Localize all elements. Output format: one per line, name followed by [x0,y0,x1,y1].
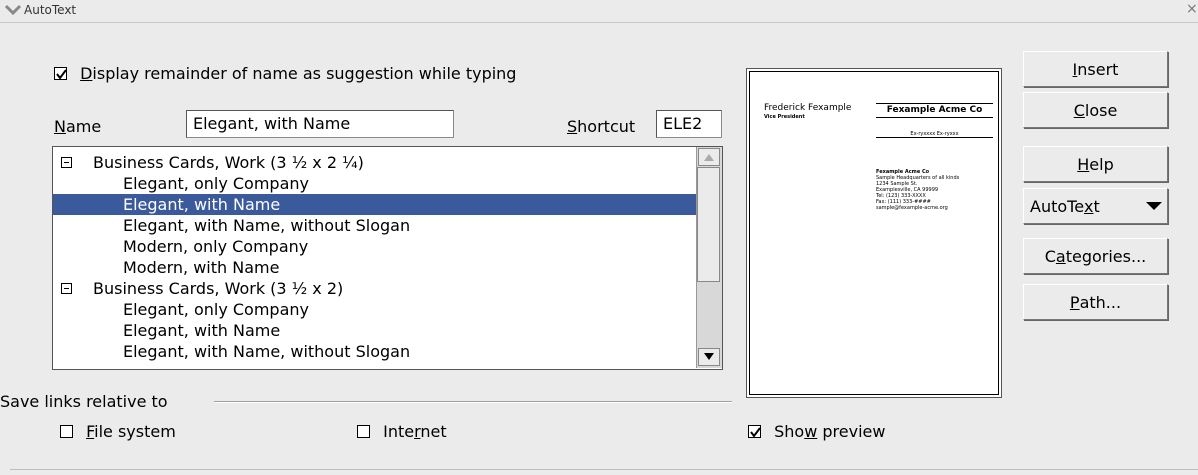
suggestion-label: Display remainder of name as suggestion … [80,64,517,83]
window-title: AutoText [24,3,77,17]
close-window-icon[interactable]: × [1186,1,1198,17]
name-label: Name [54,117,102,136]
show-preview-option[interactable]: Show preview [748,422,885,441]
tree-item[interactable]: Elegant, only Company [53,173,697,194]
internet-option[interactable]: Internet [357,422,447,441]
show-preview-checkbox[interactable] [748,425,761,438]
help-button[interactable]: Help [1023,146,1168,182]
insert-button[interactable]: Insert [1023,51,1168,87]
bottom-edge [10,469,1198,475]
triangle-down-icon [704,353,714,360]
preview-pane: Frederick Fexample Vice President Fexamp… [746,68,1002,398]
show-preview-label: Show preview [774,422,886,441]
tree-item[interactable]: Elegant, with Name, without Slogan [53,341,697,362]
categories-button[interactable]: Ca tegories... [1023,238,1168,274]
tree-item[interactable]: Modern, with Name [53,257,697,278]
preview-slogan: Ex-ryxxxx Ex-ryxxx [876,131,993,138]
tree-item-selected[interactable]: Elegant, with Name [53,194,697,215]
checkmark-icon [56,69,67,80]
chevron-down-icon[interactable] [4,2,22,18]
preview-person-name: Frederick Fexample [764,103,852,113]
checkmark-icon [750,427,761,438]
minus-box-icon[interactable] [61,157,72,168]
path-button[interactable]: Path... [1023,284,1168,320]
minus-box-icon[interactable] [61,283,72,294]
name-input[interactable]: Elegant, with Name [186,110,454,138]
triangle-down-icon [1146,202,1162,210]
autotext-tree[interactable]: Business Cards, Work (3 ½ x 2 ¼) Elegant… [52,146,723,370]
tree-item[interactable]: Modern, only Company [53,236,697,257]
close-button[interactable]: Close [1023,92,1168,128]
file-system-checkbox[interactable] [60,425,73,438]
save-links-label: Save links relative to [0,392,168,411]
tree-group[interactable]: Business Cards, Work (3 ½ x 2) [61,278,343,299]
shortcut-input[interactable]: ELE2 [656,110,722,138]
tree-group-label: Business Cards, Work (3 ½ x 2) [93,279,344,298]
triangle-up-icon [704,154,714,161]
preview-person-title: Vice President [764,114,805,120]
tree-group[interactable]: Business Cards, Work (3 ½ x 2 ¼) [61,152,364,173]
tree-item[interactable]: Elegant, only Company [53,299,697,320]
internet-label: Internet [383,422,447,441]
suggestion-checkbox[interactable] [54,67,67,80]
tree-item[interactable]: Elegant, with Name [53,320,697,341]
title-bar: AutoText × [0,0,1198,23]
suggestion-option[interactable]: Display remainder of name as suggestion … [54,64,516,83]
tree-item[interactable]: Elegant, with Name, without Slogan [53,215,697,236]
scroll-up-button[interactable] [698,148,720,166]
scroll-down-button[interactable] [698,348,720,366]
scroll-thumb[interactable] [697,167,720,282]
internet-checkbox[interactable] [357,425,370,438]
autotext-menu-button[interactable]: AutoTe x t [1023,188,1168,224]
preview-address: Fexample Acme Co Sample Headquarters of … [876,169,960,211]
tree-group-label: Business Cards, Work (3 ½ x 2 ¼) [93,153,364,172]
file-system-label: File system [86,422,176,441]
separator [214,401,732,403]
file-system-option[interactable]: File system [60,422,176,441]
shortcut-label: Shortcut [567,117,636,136]
preview-company: Fexample Acme Co [876,103,993,118]
